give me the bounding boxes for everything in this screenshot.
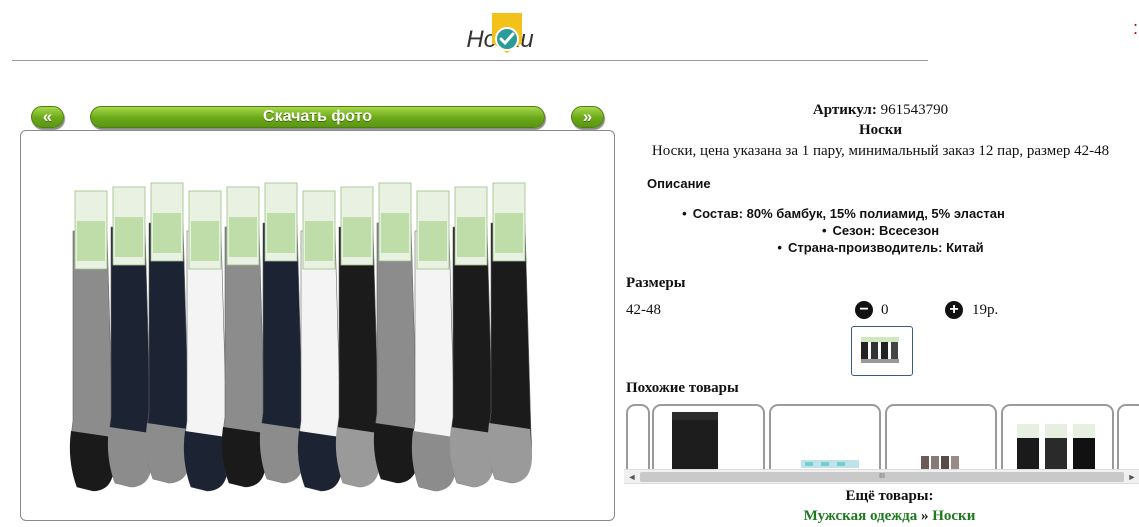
bamboo-print <box>191 221 219 261</box>
prev-photo-button[interactable]: « <box>31 106 64 128</box>
similar-product-image <box>801 460 859 468</box>
bamboo-print <box>115 217 143 257</box>
scroll-left-icon[interactable]: ◄ <box>627 472 637 482</box>
increase-quantity-button[interactable]: + <box>945 301 963 319</box>
sku-line: Артикул: 961543790 <box>622 102 1139 119</box>
scrollbar-thumb[interactable]: III <box>640 472 1124 482</box>
similar-product-card[interactable] <box>652 404 765 476</box>
download-photo-button[interactable]: Скачать фото <box>90 106 545 128</box>
sku-label: Артикул: <box>812 102 877 118</box>
description-heading: Описание <box>647 176 711 191</box>
similar-products-heading: Похожие товары <box>626 380 739 396</box>
sizes-heading: Размеры <box>626 275 686 291</box>
product-thumbnail[interactable] <box>851 326 913 376</box>
spec-country: Страна-производитель: Китай <box>622 239 1139 256</box>
sock-toe <box>297 431 343 491</box>
bamboo-print <box>419 221 447 261</box>
breadcrumb-separator: » <box>920 508 929 524</box>
bamboo-print <box>381 213 409 253</box>
sock-toe <box>69 431 115 491</box>
spec-season: Сезон: Всесезон <box>622 222 1139 239</box>
sock-toe <box>221 427 267 487</box>
sock-toe <box>449 427 495 487</box>
product-name: Носки <box>858 122 903 138</box>
breadcrumb-mens-clothing[interactable]: Мужская одежда <box>804 508 918 524</box>
scroll-right-icon[interactable]: ► <box>1127 472 1137 482</box>
product-summary: Носки, цена указана за 1 пару, минимальн… <box>651 143 1110 159</box>
sock-toe <box>373 423 419 483</box>
breadcrumb: Мужская одежда » Носки <box>622 508 1139 525</box>
socks-image <box>69 182 533 492</box>
similar-product-card[interactable] <box>1117 404 1139 476</box>
similar-product-card[interactable] <box>626 404 650 476</box>
sock-toe <box>145 423 191 483</box>
breadcrumb-socks[interactable]: Носки <box>932 508 975 524</box>
decrease-quantity-button[interactable]: − <box>855 301 873 319</box>
similar-product-image <box>921 456 959 470</box>
verified-check-icon <box>492 13 522 53</box>
sock-toe <box>183 431 229 491</box>
similar-product-card[interactable] <box>1001 404 1114 476</box>
similar-product-card[interactable] <box>769 404 881 476</box>
size-value: 42-48 <box>626 302 661 318</box>
bamboo-print <box>77 221 105 261</box>
next-photo-button[interactable]: » <box>571 106 604 128</box>
description-list: Состав: 80% бамбук, 15% полиамид, 5% эла… <box>622 205 1139 256</box>
sock-toe <box>107 427 153 487</box>
bamboo-print <box>495 213 523 253</box>
similar-product-image <box>1017 424 1095 472</box>
spec-composition: Состав: 80% бамбук, 15% полиамид, 5% эла… <box>622 205 1139 222</box>
bamboo-print <box>305 221 333 261</box>
sock-toe <box>411 431 457 491</box>
more-products-heading: Ещё товары: <box>845 488 934 504</box>
quantity-value: 0 <box>881 302 889 318</box>
sku-value: 961543790 <box>880 102 949 118</box>
bamboo-print <box>153 213 181 253</box>
bamboo-print <box>457 217 485 257</box>
title-divider <box>12 60 928 61</box>
product-photo[interactable] <box>20 130 615 521</box>
sock-toe <box>335 427 381 487</box>
similar-product-card[interactable] <box>885 404 997 476</box>
bamboo-print <box>267 213 295 253</box>
thumbnail-socks-image <box>858 335 906 369</box>
sock-toe <box>259 423 305 483</box>
carousel-scrollbar[interactable]: ◄ III ► <box>624 469 1139 484</box>
bamboo-print <box>229 217 257 257</box>
bamboo-print <box>343 217 371 257</box>
price-value: 19р. <box>972 302 999 318</box>
corner-mark: : <box>1133 18 1139 38</box>
sock-toe <box>487 423 533 483</box>
similar-product-image <box>672 412 718 472</box>
